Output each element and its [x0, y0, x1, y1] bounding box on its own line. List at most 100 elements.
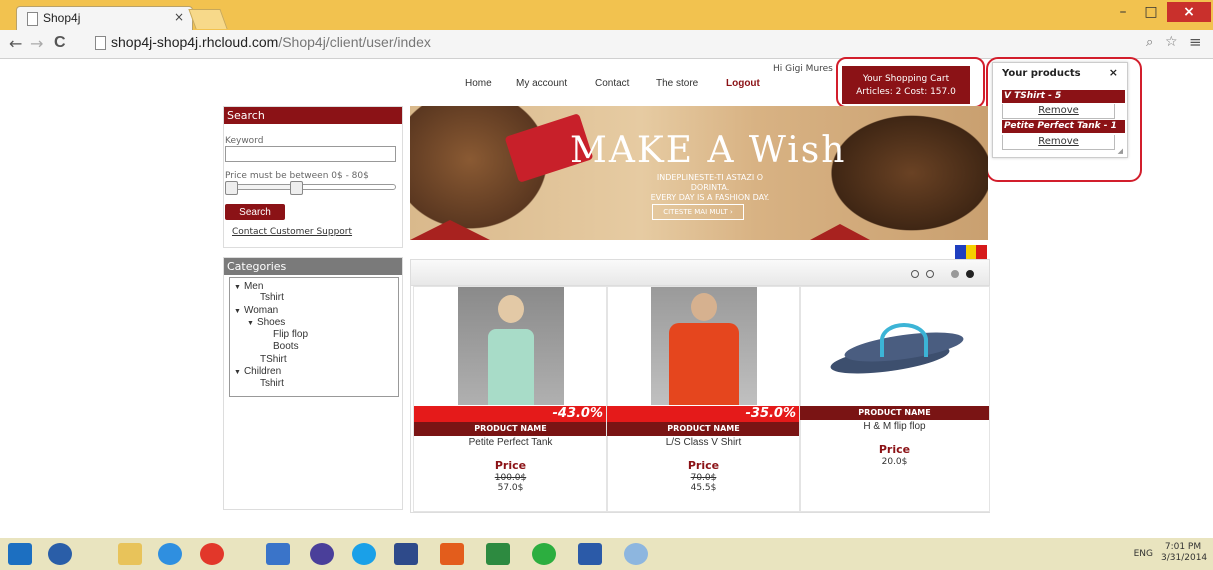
- category-flip-flop[interactable]: Flip flop: [273, 329, 308, 341]
- nav-contact[interactable]: Contact: [595, 78, 629, 89]
- price-slider-min-handle[interactable]: [225, 181, 238, 195]
- eclipse-icon[interactable]: [310, 543, 334, 565]
- category-men[interactable]: ▼ Men: [234, 281, 263, 294]
- product-name-header: PRODUCT NAME: [414, 422, 607, 436]
- banner-headline: MAKE A Wish: [570, 130, 847, 171]
- contact-support-link[interactable]: Contact Customer Support: [232, 227, 352, 237]
- product-card[interactable]: -35.0% PRODUCT NAME L/S Class V Shirt Pr…: [606, 286, 801, 512]
- product-name-header: PRODUCT NAME: [800, 406, 989, 420]
- xampp-icon[interactable]: [440, 543, 464, 565]
- reload-icon[interactable]: C: [54, 34, 66, 52]
- save-app-icon[interactable]: [394, 543, 418, 565]
- maximize-button[interactable]: □: [1137, 2, 1165, 22]
- expand-arrow-icon[interactable]: ▼: [234, 369, 241, 376]
- search-button[interactable]: Search: [225, 204, 285, 220]
- carousel-bar: [411, 260, 989, 286]
- product-title[interactable]: H & M flip flop: [800, 421, 989, 432]
- current-price: 57.0$: [497, 483, 524, 493]
- windows-taskbar: ENG 7:01 PM 3/31/2014: [0, 538, 1213, 570]
- discount-badge: -43.0%: [414, 406, 607, 422]
- keyword-label: Keyword: [225, 136, 264, 146]
- product-image[interactable]: [651, 287, 757, 405]
- search-panel-title: Search: [224, 107, 402, 124]
- page-icon: [27, 12, 38, 26]
- language-indicator[interactable]: ENG: [1134, 549, 1153, 559]
- nav-home[interactable]: Home: [465, 78, 492, 89]
- skype-icon[interactable]: [352, 543, 376, 565]
- decorative-triangle: [810, 224, 870, 240]
- price-slider-range: [229, 185, 297, 189]
- category-children-tshirt[interactable]: Tshirt: [260, 378, 284, 390]
- user-greeting: Hi Gigi Mures: [773, 64, 833, 74]
- price-label: Price: [687, 459, 720, 472]
- products-carousel: -43.0% PRODUCT NAME Petite Perfect Tank …: [410, 259, 990, 513]
- nav-my-account[interactable]: My account: [516, 78, 567, 89]
- price-label: Price: [494, 459, 527, 472]
- expand-arrow-icon[interactable]: ▼: [234, 308, 241, 315]
- back-icon[interactable]: ←: [9, 34, 22, 53]
- bookmark-star-icon[interactable]: ☆: [1165, 34, 1178, 50]
- product-image[interactable]: [458, 287, 564, 405]
- browser-tab[interactable]: Shop4j ×: [16, 6, 193, 31]
- keyword-input[interactable]: [225, 146, 396, 162]
- category-boots[interactable]: Boots: [273, 341, 299, 353]
- internet-explorer-icon[interactable]: [158, 543, 182, 565]
- annotation-circle: [986, 57, 1142, 182]
- annotation-circle: [836, 57, 985, 108]
- price-slider-max-handle[interactable]: [290, 181, 303, 195]
- discount-badge: -35.0%: [607, 406, 800, 422]
- product-image[interactable]: [820, 287, 970, 405]
- window-close-button[interactable]: ×: [1167, 2, 1211, 22]
- romanian-flag-icon[interactable]: [955, 245, 988, 260]
- expand-arrow-icon[interactable]: ▼: [247, 320, 254, 327]
- category-men-tshirt[interactable]: Tshirt: [260, 292, 284, 304]
- model-image-right: [818, 106, 988, 240]
- product-card[interactable]: PRODUCT NAME H & M flip flop Price 20.0$: [799, 286, 990, 512]
- tab-close-icon[interactable]: ×: [174, 10, 184, 24]
- categories-title: Categories: [224, 258, 402, 275]
- start-icon[interactable]: [8, 543, 32, 565]
- product-title[interactable]: Petite Perfect Tank: [414, 437, 607, 448]
- new-tab-button[interactable]: [188, 9, 228, 29]
- carousel-dot[interactable]: [926, 270, 934, 278]
- read-more-button[interactable]: CITESTE MAI MULT ›: [652, 204, 744, 220]
- tab-title: Shop4j: [43, 11, 81, 25]
- current-price: 20.0$: [881, 457, 908, 467]
- carousel-prev-icon[interactable]: [951, 270, 959, 278]
- url-text: shop4j-shop4j.rhcloud.com/Shop4j/client/…: [111, 34, 431, 50]
- promo-banner[interactable]: MAKE A Wish INDEPLINESTE-TI ASTAZI O DOR…: [410, 106, 988, 240]
- category-tree: ▼ Men Tshirt ▼ Woman ▼ Shoes Flip flop Boot…: [229, 277, 399, 397]
- category-woman-tshirt[interactable]: TShirt: [260, 354, 287, 366]
- word-icon[interactable]: [578, 543, 602, 565]
- product-title[interactable]: L/S Class V Shirt: [607, 437, 800, 448]
- categories-panel: Categories ▼ Men Tshirt ▼ Woman ▼ Shoes Fli…: [223, 257, 403, 510]
- product-card[interactable]: -43.0% PRODUCT NAME Petite Perfect Tank …: [413, 286, 608, 512]
- browser-toolbar: ← → C shop4j-shop4j.rhcloud.com/Shop4j/c…: [0, 30, 1213, 59]
- price-slider[interactable]: [225, 181, 396, 195]
- chrome-icon[interactable]: [200, 543, 224, 565]
- utorrent-icon[interactable]: [532, 543, 556, 565]
- current-price: 45.5$: [690, 483, 717, 493]
- banner-subtitle: INDEPLINESTE-TI ASTAZI O DORINTA. EVERY D…: [650, 173, 770, 202]
- paint-icon[interactable]: [624, 543, 648, 565]
- old-price: 70.0$: [690, 473, 717, 483]
- texmaker-icon[interactable]: [486, 543, 510, 565]
- clock[interactable]: 7:01 PM 3/31/2014: [1161, 542, 1207, 564]
- carousel-next-icon[interactable]: [966, 270, 974, 278]
- carousel-dot[interactable]: [911, 270, 919, 278]
- address-bar[interactable]: shop4j-shop4j.rhcloud.com/Shop4j/client/…: [93, 33, 1093, 53]
- decorative-triangle: [410, 220, 490, 240]
- menu-icon[interactable]: ≡: [1189, 33, 1202, 51]
- page-icon: [95, 36, 106, 50]
- file-explorer-icon[interactable]: [118, 543, 142, 565]
- zoom-icon[interactable]: ⌕: [1146, 35, 1153, 50]
- product-name-header: PRODUCT NAME: [607, 422, 800, 436]
- expand-arrow-icon[interactable]: ▼: [234, 284, 241, 291]
- nav-logout[interactable]: Logout: [726, 78, 760, 89]
- old-price: 100.0$: [494, 473, 527, 483]
- remote-desktop-icon[interactable]: [266, 543, 290, 565]
- forward-icon[interactable]: →: [30, 34, 43, 53]
- media-player-icon[interactable]: [48, 543, 72, 565]
- minimize-button[interactable]: –: [1110, 2, 1136, 22]
- nav-the-store[interactable]: The store: [656, 78, 698, 89]
